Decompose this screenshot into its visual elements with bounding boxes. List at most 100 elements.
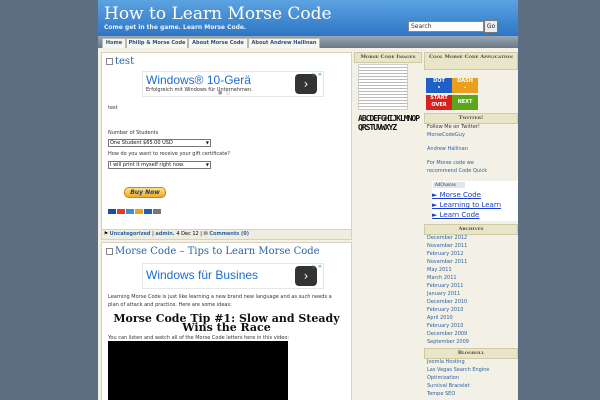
ad-link-learn-code[interactable]: ► Learn Code — [432, 210, 518, 220]
students-value: One Student $65.00 USD — [110, 140, 173, 146]
tile-label: START OVER — [430, 95, 448, 108]
archive-link[interactable]: November 2011 — [424, 258, 518, 266]
archive-link[interactable]: November 2011 — [424, 242, 518, 250]
card-icon — [153, 209, 161, 214]
blogroll-link[interactable]: Optimization — [424, 374, 518, 382]
archive-link[interactable]: December 2012 — [424, 234, 518, 242]
category-link[interactable]: Uncategorized — [110, 231, 151, 237]
archive-link[interactable]: April 2010 — [424, 314, 518, 322]
site-header: How to Learn Morse Code Come get in the … — [98, 0, 518, 36]
tab-about-andrew[interactable]: About Andrew Hallinan — [248, 38, 320, 48]
comment-icon: ✉ — [203, 231, 208, 237]
blogroll-link[interactable]: Joomla Hosting — [424, 358, 518, 366]
card-icon — [135, 209, 143, 214]
gift-select[interactable]: I will print it myself right now. ▼ — [108, 161, 211, 169]
archive-link[interactable]: January 2011 — [424, 290, 518, 298]
post-tips: Morse Code – Tips to Learn Morse Code Wi… — [101, 242, 352, 400]
post-icon — [106, 58, 113, 65]
card-icon — [144, 209, 152, 214]
twitter-widget: Follow Me on Twitter! MorseCodeGuy Andre… — [424, 123, 518, 175]
widget-title: Morse Code Images — [354, 52, 422, 63]
blogroll-list: Joomla Hosting Las Vegas Search Engine O… — [424, 358, 518, 398]
tile-label: DASH — [457, 78, 473, 84]
ad-banner[interactable]: Windows für Busines › ▷ ✕ — [142, 263, 324, 289]
post-meta: ⚑ Uncategorized | admin. 4 Dec 12 | ✉ Co… — [102, 229, 351, 239]
tile-label: NEXT — [457, 99, 473, 105]
post-test: test Windows® 10-Gerä Erfolgreich mit Wi… — [101, 52, 352, 240]
recommend-text-2[interactable]: recommend Code Quick — [424, 167, 518, 175]
ad-close-icon[interactable]: ▷ ✕ — [312, 72, 322, 78]
post-intro: Learning Morse Code is just like learnin… — [108, 294, 332, 300]
ad-link-learning[interactable]: ► Learning to Learn — [432, 200, 518, 210]
archive-link[interactable]: December 2010 — [424, 298, 518, 306]
archive-link[interactable]: February 2010 — [424, 322, 518, 330]
post-body: test — [108, 105, 118, 111]
morse-chart-image[interactable] — [358, 64, 408, 110]
archive-link[interactable]: February 2011 — [424, 282, 518, 290]
archive-link[interactable]: February 2012 — [424, 250, 518, 258]
tab-about-morse-code[interactable]: About Morse Code — [188, 38, 248, 48]
tile-sub: • — [437, 85, 441, 91]
dash-tile[interactable]: DASH – — [452, 78, 478, 93]
blogroll-link[interactable]: Survival Bracelet — [424, 382, 518, 390]
recommend-text[interactable]: For Morse code we — [424, 159, 518, 167]
card-icon — [117, 209, 125, 214]
archive-link[interactable]: May 2011 — [424, 266, 518, 274]
chevron-down-icon: ▼ — [205, 162, 209, 167]
post-title-text[interactable]: Morse Code – Tips to Learn Morse Code — [115, 246, 320, 257]
buy-now-button[interactable]: Buy Now — [124, 187, 166, 198]
post-title[interactable]: test — [106, 56, 134, 67]
search-go-button[interactable]: Go — [484, 20, 498, 33]
students-select[interactable]: One Student $65.00 USD ▼ — [108, 139, 211, 147]
ad-dots-icon: ● ○ — [218, 90, 232, 96]
tip-heading-2: Wins the Race — [182, 321, 271, 334]
ad-title[interactable]: Windows® 10-Gerä — [146, 73, 251, 87]
archive-link[interactable]: September 2009 — [424, 338, 518, 346]
ad-title[interactable]: Windows für Busines — [146, 268, 258, 282]
post-icon — [106, 248, 113, 255]
ad-close-icon[interactable]: ▷ ✕ — [312, 264, 322, 270]
payment-cards — [108, 199, 162, 218]
comments-link[interactable]: Comments (0) — [209, 231, 249, 237]
start-over-tile[interactable]: START OVER — [426, 95, 452, 110]
card-icon — [126, 209, 134, 214]
main-content: test Windows® 10-Gerä Erfolgreich mit Wi… — [101, 52, 352, 400]
twitter-handle-link[interactable]: MorseCodeGuy — [424, 131, 518, 139]
post-date: 4 Dec 12 — [176, 231, 199, 237]
post-intro-2: plan of attack and practice. Here are so… — [108, 302, 232, 308]
search-input[interactable]: Search — [408, 21, 484, 32]
post-title-text[interactable]: test — [115, 56, 134, 67]
post-title[interactable]: Morse Code – Tips to Learn Morse Code — [106, 246, 320, 257]
follow-text: Follow Me on Twitter! — [427, 124, 480, 130]
tag-icon: ⚑ — [102, 231, 110, 237]
ad-link-morse-code[interactable]: ► Morse Code — [432, 190, 518, 200]
nav-bar: Home Philip & Morse Code About Morse Cod… — [98, 36, 518, 48]
ad-subtitle: Erfolgreich mit Windows für Unternehmen. — [146, 87, 253, 93]
archive-link[interactable]: March 2011 — [424, 274, 518, 282]
gift-label: How do you want to receive your gift cer… — [108, 151, 230, 157]
morse-letters-image[interactable]: ABCDEFGHIJKLMNOPQRSTUVWXYZ — [358, 114, 420, 132]
archives-list: December 2012 November 2011 February 201… — [424, 234, 518, 346]
widget-title: Cool Morse Code Application — [424, 52, 518, 70]
site-title[interactable]: How to Learn Morse Code — [104, 4, 332, 24]
dot-tile[interactable]: DOT • — [426, 78, 452, 93]
video-player[interactable] — [108, 341, 288, 400]
archive-link[interactable]: February 2010 — [424, 306, 518, 314]
author-link[interactable]: admin. — [155, 231, 174, 237]
ad-banner[interactable]: Windows® 10-Gerä Erfolgreich mit Windows… — [142, 71, 324, 97]
tile-sub: – — [463, 85, 467, 91]
blogroll-link[interactable]: Tempe SEO — [424, 390, 518, 398]
tab-home[interactable]: Home — [102, 38, 126, 48]
tile-label: DOT — [433, 78, 445, 84]
archive-link[interactable]: December 2009 — [424, 330, 518, 338]
next-tile[interactable]: NEXT — [452, 95, 478, 110]
author-link[interactable]: Andrew Hallinan — [424, 145, 518, 153]
gift-value: I will print it myself right now. — [110, 162, 185, 168]
sidebar-images: Morse Code Images ABCDEFGHIJKLMNOPQRSTUV… — [354, 52, 422, 400]
blogroll-link[interactable]: Las Vegas Search Engine — [424, 366, 518, 374]
adchoices-badge[interactable]: AdChoices — [433, 182, 465, 188]
students-label: Number of Students — [108, 130, 159, 136]
site-tagline: Come get in the game. Learn Morse Code. — [104, 24, 247, 31]
tab-philip-morse-code[interactable]: Philip & Morse Code — [126, 38, 188, 48]
sidebar-right: Cool Morse Code Application DOT • DASH – S… — [424, 52, 518, 400]
